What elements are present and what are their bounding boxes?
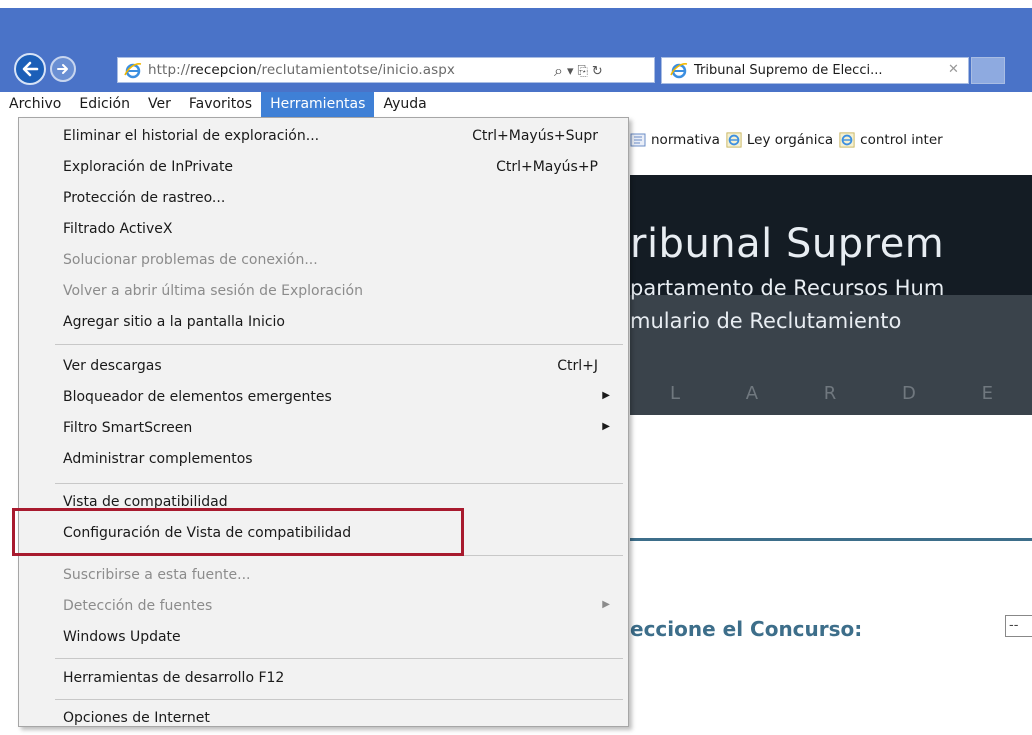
browser-tab[interactable]: Tribunal Supremo de Elecci... ✕ (661, 57, 969, 84)
menu-item-internet-options[interactable]: Opciones de Internet (19, 704, 628, 735)
ie-favorite-icon (839, 132, 855, 148)
back-arrow-icon (22, 61, 39, 77)
menu-ayuda[interactable]: Ayuda (374, 92, 435, 117)
menu-item-reopen-session: Volver a abrir última sesión de Explorac… (63, 283, 363, 299)
menu-item-compatibility-view-settings[interactable]: Configuración de Vista de compatibilidad (19, 519, 628, 550)
menu-item-subscribe-feed: Suscribirse a esta fuente... (63, 567, 251, 583)
concurso-label: eccione el Concurso: (630, 617, 863, 641)
menu-item-fix-connection: Solucionar problemas de conexión... (63, 252, 318, 268)
ie-favorite-icon (726, 132, 742, 148)
menu-separator (55, 699, 623, 700)
menu-edicion[interactable]: Edición (70, 92, 139, 117)
forward-arrow-icon (57, 64, 68, 74)
top-margin (0, 0, 1032, 8)
menu-item-delete-history[interactable]: Eliminar el historial de exploración... … (19, 122, 628, 153)
menu-herramientas[interactable]: Herramientas (261, 92, 375, 117)
address-bar[interactable]: http://recepcion/reclutamientotse/inicio… (117, 57, 655, 83)
menu-separator (55, 658, 623, 659)
menu-item-popup-blocker[interactable]: Bloqueador de elementos emergentes ▶ (19, 383, 628, 414)
concurso-select[interactable]: -- (1005, 615, 1032, 637)
submenu-arrow-icon: ▶ (602, 599, 610, 610)
section-divider (630, 538, 1032, 541)
menu-item-smartscreen[interactable]: Filtro SmartScreen ▶ (19, 414, 628, 445)
submenu-arrow-icon: ▶ (602, 421, 610, 432)
new-tab-button[interactable] (971, 57, 1005, 84)
ie-tab-icon (670, 63, 688, 79)
forward-button[interactable] (50, 56, 76, 82)
menu-archivo[interactable]: Archivo (0, 92, 70, 117)
close-tab-icon[interactable]: ✕ (948, 62, 959, 77)
favorites-bar: normativa Ley orgánica control inter (630, 127, 943, 153)
address-tools: ⌕ ▾ ⎘ ↻ (554, 61, 603, 81)
menu-item-f12-tools[interactable]: Herramientas de desarrollo F12 (19, 664, 628, 695)
menu-item-compatibility-view[interactable]: Vista de compatibilidad (19, 488, 628, 519)
tab-title: Tribunal Supremo de Elecci... (694, 63, 883, 78)
address-url[interactable]: http://recepcion/reclutamientotse/inicio… (148, 62, 455, 78)
ie-page-icon (124, 63, 142, 79)
menu-favoritos[interactable]: Favoritos (180, 92, 261, 117)
banner-subtitle-form: mulario de Reclutamiento (630, 309, 902, 333)
menu-separator (55, 344, 623, 345)
menu-separator (55, 483, 623, 484)
browser-titlebar: http://recepcion/reclutamientotse/inicio… (0, 8, 1032, 92)
favorite-ley-organica[interactable]: Ley orgánica (726, 132, 833, 148)
menu-item-inprivate[interactable]: Exploración de InPrivate Ctrl+Mayús+P (19, 153, 628, 184)
submenu-arrow-icon: ▶ (602, 390, 610, 401)
favorite-normativa[interactable]: normativa (630, 132, 720, 148)
menu-item-tracking-protection[interactable]: Protección de rastreo... (19, 184, 628, 215)
search-icon[interactable]: ⌕ (554, 61, 563, 81)
menu-separator (55, 555, 623, 556)
favorite-control-inter[interactable]: control inter (839, 132, 943, 148)
menu-item-add-to-start[interactable]: Agregar sitio a la pantalla Inicio (19, 308, 628, 339)
menu-item-windows-update[interactable]: Windows Update (19, 623, 628, 654)
banner-letters: L A R D E (670, 383, 1023, 404)
menu-item-manage-addons[interactable]: Administrar complementos (19, 445, 628, 476)
banner-title: ribunal Suprem (630, 221, 945, 267)
tools-dropdown-menu: Eliminar el historial de exploración... … (18, 117, 629, 727)
page-banner: ribunal Suprem partamento de Recursos Hu… (630, 175, 1032, 415)
refresh-icon[interactable]: ↻ (592, 64, 603, 79)
banner-subtitle-department: partamento de Recursos Hum (630, 276, 945, 300)
chevron-down-icon[interactable]: ▾ (567, 64, 574, 79)
menu-bar: Archivo Edición Ver Favoritos Herramient… (0, 92, 1032, 117)
menu-item-view-downloads[interactable]: Ver descargas Ctrl+J (19, 352, 628, 383)
back-button[interactable] (14, 53, 46, 85)
menu-ver[interactable]: Ver (139, 92, 180, 117)
menu-item-activex-filtering[interactable]: Filtrado ActiveX (19, 215, 628, 246)
document-icon (630, 133, 646, 147)
compatibility-view-icon[interactable]: ⎘ (578, 64, 588, 79)
menu-item-feed-discovery: Detección de fuentes ▶ (63, 598, 610, 614)
